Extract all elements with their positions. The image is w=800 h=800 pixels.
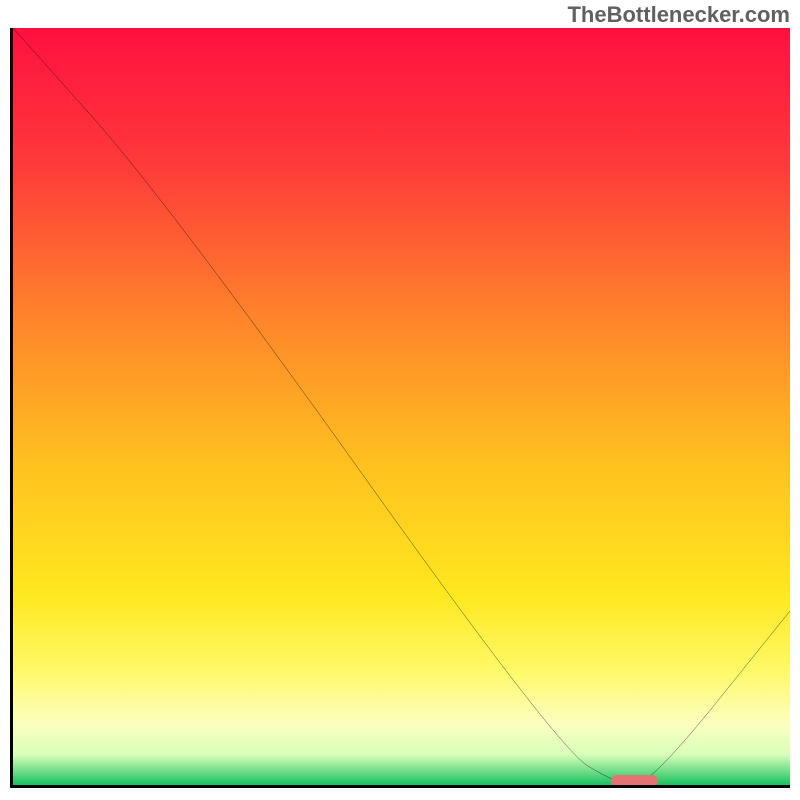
watermark-text: TheBottlenecker.com bbox=[567, 2, 790, 28]
chart-plot-area bbox=[10, 28, 790, 788]
optimal-zone-marker bbox=[611, 775, 658, 787]
chart-line-series bbox=[13, 28, 790, 785]
